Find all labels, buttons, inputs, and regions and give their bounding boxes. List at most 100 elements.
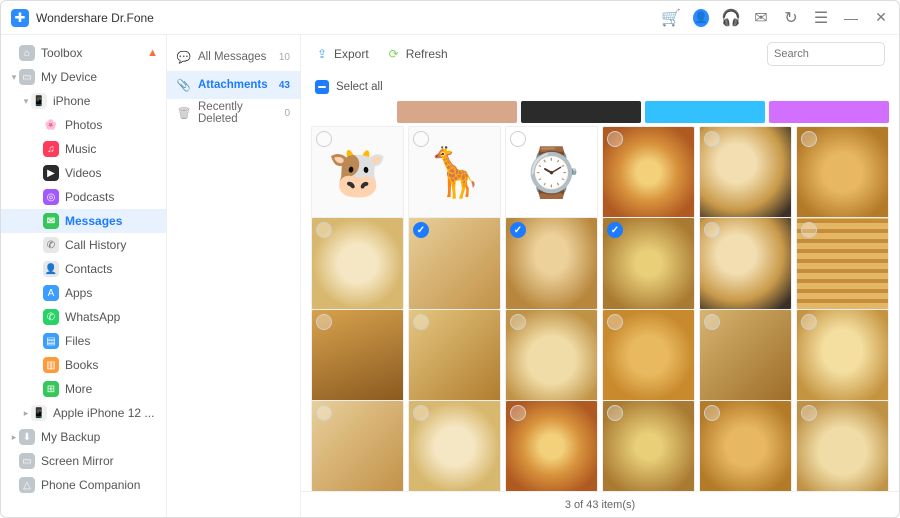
category-count: 43 bbox=[279, 80, 290, 91]
sidebar-item-call-history[interactable]: ✆Call History bbox=[1, 233, 166, 257]
attachment-thumb[interactable] bbox=[505, 309, 598, 402]
mail-icon[interactable]: ✉ bbox=[753, 10, 769, 26]
attachment-thumb[interactable] bbox=[408, 217, 501, 310]
cart-icon[interactable]: 🛒 bbox=[663, 10, 679, 26]
search-input[interactable] bbox=[774, 48, 900, 60]
search-box[interactable]: ⌕ bbox=[767, 42, 885, 66]
refresh-button[interactable]: ⟳ Refresh bbox=[387, 47, 448, 61]
attachments-grid: 🐮🦒⌚ bbox=[301, 126, 899, 491]
attachment-thumb[interactable] bbox=[408, 400, 501, 491]
category-attachments[interactable]: 📎Attachments43 bbox=[167, 71, 300, 99]
sidebar-icon: ◎ bbox=[43, 189, 59, 205]
status-bar: 3 of 43 item(s) bbox=[301, 491, 899, 517]
attachment-thumb[interactable] bbox=[408, 309, 501, 402]
preview-chip[interactable] bbox=[769, 101, 889, 123]
sidebar-item-iphone[interactable]: ▾📱iPhone bbox=[1, 89, 166, 113]
sidebar-item-toolbox[interactable]: ⌂Toolbox▲ bbox=[1, 41, 166, 65]
sidebar-item-messages[interactable]: ✉Messages bbox=[1, 209, 166, 233]
attachment-thumb[interactable] bbox=[796, 400, 889, 491]
thumb-checkbox-icon[interactable] bbox=[413, 131, 429, 147]
thumb-checkbox-icon[interactable] bbox=[801, 131, 817, 147]
attachment-thumb[interactable] bbox=[311, 400, 404, 491]
sidebar-item-phone-companion[interactable]: △Phone Companion bbox=[1, 473, 166, 497]
select-all-checkbox-icon[interactable] bbox=[315, 80, 329, 94]
attachment-thumb[interactable] bbox=[311, 309, 404, 402]
attachment-thumb[interactable] bbox=[796, 217, 889, 310]
thumb-checkbox-icon[interactable] bbox=[704, 405, 720, 421]
sidebar-item-photos[interactable]: 🌸Photos bbox=[1, 113, 166, 137]
attachment-thumb[interactable] bbox=[796, 126, 889, 219]
export-label: Export bbox=[334, 47, 369, 61]
preview-chip[interactable] bbox=[521, 101, 641, 123]
thumb-checkbox-icon[interactable] bbox=[316, 405, 332, 421]
minimize-icon[interactable]: — bbox=[843, 10, 859, 26]
attachment-thumb[interactable] bbox=[796, 309, 889, 402]
sidebar-item-videos[interactable]: ▶Videos bbox=[1, 161, 166, 185]
sidebar-icon: 📱 bbox=[31, 93, 47, 109]
sidebar-item-apple-iphone-12-[interactable]: ▸📱Apple iPhone 12 ... bbox=[1, 401, 166, 425]
flame-icon: ▲ bbox=[147, 47, 158, 59]
attachment-thumb[interactable] bbox=[602, 309, 695, 402]
sidebar-item-more[interactable]: ⊞More bbox=[1, 377, 166, 401]
attachment-thumb[interactable]: 🦒 bbox=[408, 126, 501, 219]
thumb-checkbox-icon[interactable] bbox=[704, 314, 720, 330]
attachment-thumb[interactable] bbox=[505, 400, 598, 491]
sidebar-item-screen-mirror[interactable]: ▭Screen Mirror bbox=[1, 449, 166, 473]
sidebar-item-label: Music bbox=[65, 142, 158, 156]
attachment-thumb[interactable] bbox=[311, 217, 404, 310]
preview-chip[interactable] bbox=[397, 101, 517, 123]
attachment-thumb[interactable] bbox=[699, 126, 792, 219]
thumb-checkbox-icon[interactable] bbox=[316, 314, 332, 330]
attachment-thumb[interactable] bbox=[699, 309, 792, 402]
sidebar-icon: ▥ bbox=[43, 357, 59, 373]
sidebar-item-whatsapp[interactable]: ✆WhatsApp bbox=[1, 305, 166, 329]
select-all-label: Select all bbox=[336, 81, 383, 93]
thumb-checkbox-icon[interactable] bbox=[607, 314, 623, 330]
thumb-checkbox-icon[interactable] bbox=[801, 314, 817, 330]
thumb-checkbox-icon[interactable] bbox=[413, 314, 429, 330]
sidebar-item-contacts[interactable]: 👤Contacts bbox=[1, 257, 166, 281]
sidebar-item-my-device[interactable]: ▾▭My Device bbox=[1, 65, 166, 89]
thumb-checkbox-icon[interactable] bbox=[704, 131, 720, 147]
sidebar-item-books[interactable]: ▥Books bbox=[1, 353, 166, 377]
export-button[interactable]: ⇪ Export bbox=[315, 47, 369, 61]
sidebar-item-apps[interactable]: AApps bbox=[1, 281, 166, 305]
thumb-checkbox-icon[interactable] bbox=[510, 405, 526, 421]
sidebar-item-label: Apps bbox=[65, 286, 158, 300]
thumb-checkbox-icon[interactable] bbox=[801, 405, 817, 421]
thumb-checkbox-icon[interactable] bbox=[413, 405, 429, 421]
sidebar-item-files[interactable]: ▤Files bbox=[1, 329, 166, 353]
category-icon: 🗑 bbox=[177, 106, 191, 120]
sidebar-icon: △ bbox=[19, 477, 35, 493]
attachment-thumb[interactable] bbox=[602, 400, 695, 491]
sidebar-item-podcasts[interactable]: ◎Podcasts bbox=[1, 185, 166, 209]
category-label: Recently Deleted bbox=[198, 101, 284, 125]
attachment-thumb[interactable] bbox=[602, 217, 695, 310]
menu-icon[interactable]: ☰ bbox=[813, 10, 829, 26]
attachment-thumb[interactable] bbox=[699, 400, 792, 491]
attachment-thumb[interactable] bbox=[602, 126, 695, 219]
app-title: Wondershare Dr.Fone bbox=[36, 11, 154, 25]
select-all-row[interactable]: Select all bbox=[301, 73, 899, 101]
sidebar-item-label: Messages bbox=[65, 214, 158, 228]
preview-chip[interactable] bbox=[645, 101, 765, 123]
headset-icon[interactable]: 🎧 bbox=[723, 10, 739, 26]
history-icon[interactable]: ↻ bbox=[783, 10, 799, 26]
thumb-checkbox-icon[interactable] bbox=[607, 131, 623, 147]
thumb-checkbox-icon[interactable] bbox=[510, 314, 526, 330]
sidebar-item-my-backup[interactable]: ▸⬇My Backup bbox=[1, 425, 166, 449]
thumb-checkbox-icon[interactable] bbox=[607, 405, 623, 421]
sidebar-icon: ♫ bbox=[43, 141, 59, 157]
thumb-checkbox-icon[interactable] bbox=[316, 131, 332, 147]
account-icon[interactable]: 👤 bbox=[693, 10, 709, 26]
attachment-thumb[interactable] bbox=[505, 217, 598, 310]
attachment-thumb[interactable]: 🐮 bbox=[311, 126, 404, 219]
export-icon: ⇪ bbox=[315, 47, 329, 61]
category-recently-deleted[interactable]: 🗑Recently Deleted0 bbox=[167, 99, 300, 127]
attachment-thumb[interactable] bbox=[699, 217, 792, 310]
thumb-checkbox-icon[interactable] bbox=[510, 131, 526, 147]
close-icon[interactable]: ✕ bbox=[873, 10, 889, 26]
category-all-messages[interactable]: 💬All Messages10 bbox=[167, 43, 300, 71]
attachment-thumb[interactable]: ⌚ bbox=[505, 126, 598, 219]
sidebar-item-music[interactable]: ♫ Music bbox=[1, 137, 166, 161]
